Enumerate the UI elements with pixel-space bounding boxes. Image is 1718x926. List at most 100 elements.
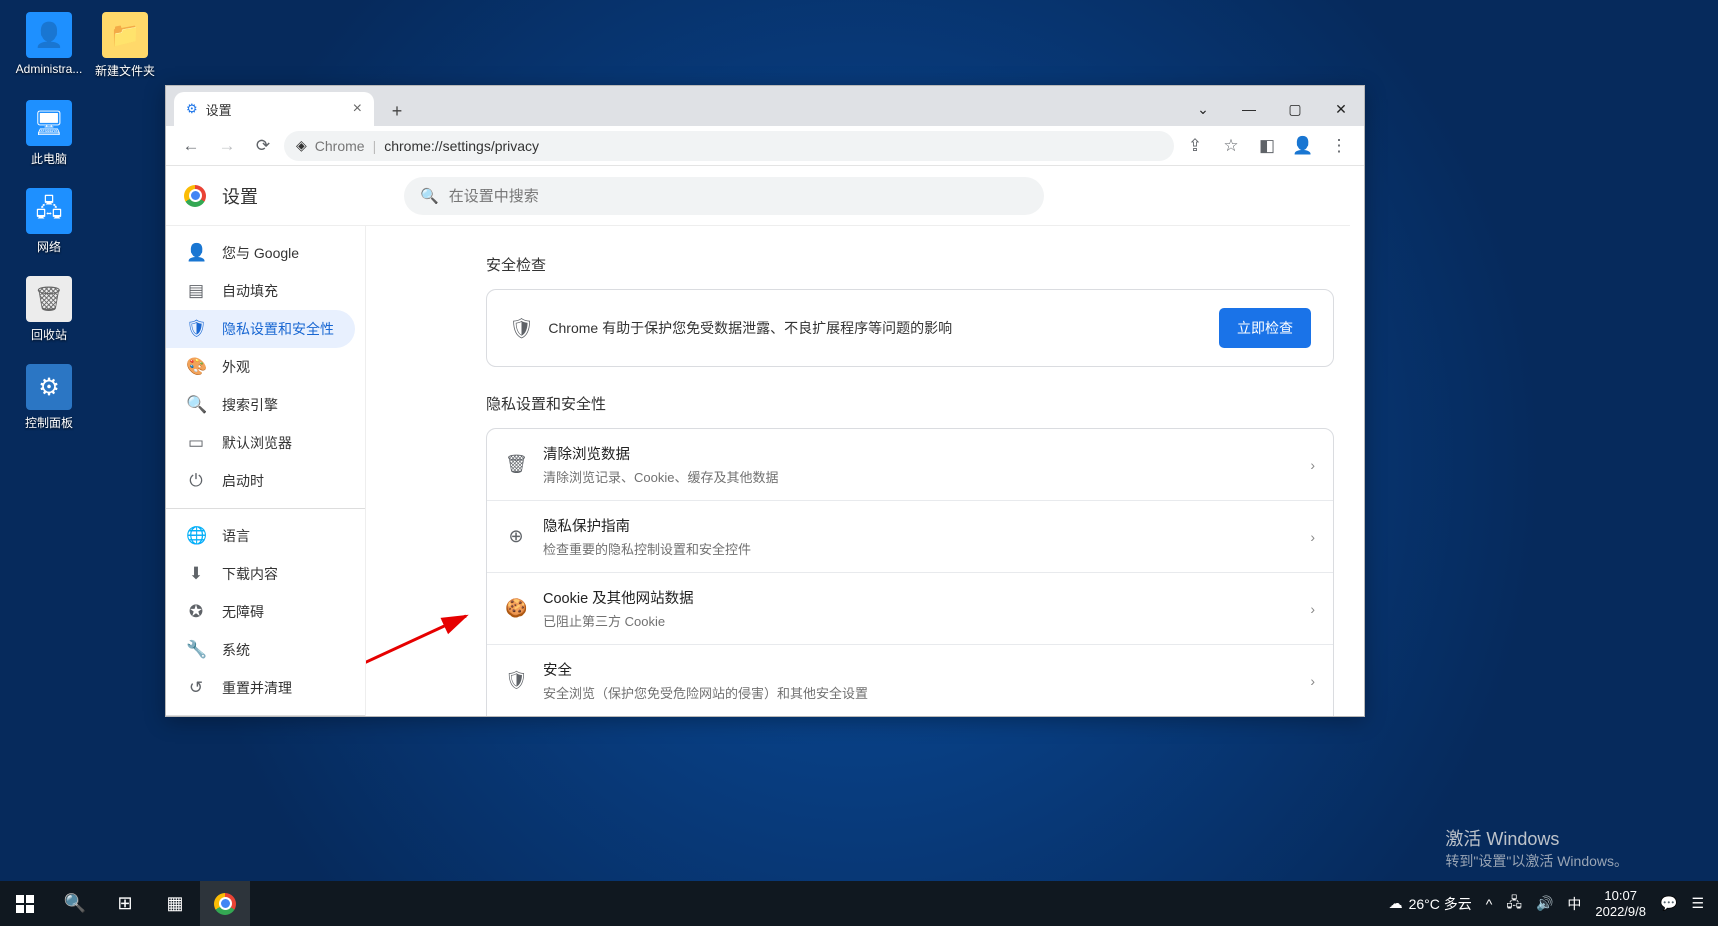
sidebar-item-label: 启动时 bbox=[222, 471, 264, 491]
desktop-icon-admin[interactable]: 👤Administra... bbox=[12, 12, 86, 76]
sidebar-item-shield[interactable]: 🛡 隐私设置和安全性 bbox=[166, 310, 355, 348]
site-info-icon[interactable]: ◈ bbox=[296, 137, 307, 154]
sidebar-item-browser[interactable]: ▭ 默认浏览器 bbox=[166, 424, 365, 462]
sidebar-item-person[interactable]: 👤 您与 Google bbox=[166, 234, 365, 272]
annotation-arrow bbox=[366, 606, 486, 686]
desktop-icon-this-pc[interactable]: 🖥此电脑 bbox=[12, 100, 86, 167]
desktop-icon-network[interactable]: 🖧网络 bbox=[12, 188, 86, 255]
tray-action-center-icon[interactable]: ☰ bbox=[1691, 895, 1704, 912]
tray-volume-icon[interactable]: 🔊 bbox=[1536, 895, 1553, 912]
task-view-button[interactable]: ⊞ bbox=[100, 881, 150, 926]
sidebar-item-label: 默认浏览器 bbox=[222, 433, 292, 453]
desktop-icon-recycle-bin[interactable]: 🗑回收站 bbox=[12, 276, 86, 343]
person-icon: 👤 bbox=[186, 243, 206, 263]
row-subtitle: 检查重要的隐私控制设置和安全控件 bbox=[543, 539, 1294, 558]
row-subtitle: 清除浏览记录、Cookie、缓存及其他数据 bbox=[543, 467, 1294, 486]
desktop-icon-control-panel[interactable]: ⚙控制面板 bbox=[12, 364, 86, 431]
tray-ime[interactable]: 中 bbox=[1567, 894, 1581, 914]
profile-icon[interactable]: 👤 bbox=[1288, 131, 1318, 161]
row-subtitle: 已阻止第三方 Cookie bbox=[543, 611, 1294, 630]
tab-close-icon[interactable]: × bbox=[353, 100, 362, 118]
tray-network-icon[interactable]: 🖧 bbox=[1506, 892, 1522, 916]
weather-widget[interactable]: ☁ 26°C 多云 bbox=[1389, 894, 1472, 914]
bookmark-icon[interactable]: ☆ bbox=[1216, 131, 1246, 161]
sidebar-item-palette[interactable]: 🎨外观 bbox=[166, 348, 365, 386]
taskbar-clock[interactable]: 10:07 2022/9/8 bbox=[1595, 888, 1646, 919]
apps-button[interactable]: ▦ bbox=[150, 881, 200, 926]
chevron-right-icon: › bbox=[1310, 673, 1315, 689]
close-button[interactable]: ✕ bbox=[1318, 92, 1364, 126]
system-icon: 🔧 bbox=[186, 640, 206, 660]
back-button[interactable]: ← bbox=[176, 131, 206, 161]
download-icon: ⬇ bbox=[186, 564, 206, 584]
settings-header: 设置 🔍 在设置中搜索 bbox=[166, 166, 1350, 226]
chrome-logo-icon bbox=[184, 185, 206, 207]
url-input[interactable]: ◈ Chrome | chrome://settings/privacy bbox=[284, 131, 1174, 161]
shield-icon: 🛡 bbox=[509, 316, 534, 341]
tray-chevron-up-icon[interactable]: ^ bbox=[1486, 896, 1493, 912]
security-icon: 🛡 bbox=[505, 670, 527, 691]
reload-button[interactable]: ⟳ bbox=[248, 131, 278, 161]
taskbar-chrome[interactable] bbox=[200, 881, 250, 926]
sidebar-item-access[interactable]: ✪无障碍 bbox=[166, 593, 365, 631]
sidebar-item-label: 语言 bbox=[222, 526, 250, 546]
sidebar-item-autofill[interactable]: ▤自动填充 bbox=[166, 272, 365, 310]
sidebar-item-globe[interactable]: 🌐 语言 bbox=[166, 517, 365, 555]
search-icon: 🔍 bbox=[420, 187, 439, 205]
taskbar: 🔍 ⊞ ▦ ☁ 26°C 多云 ^ 🖧 🔊 中 10:07 2022/9/8 💬… bbox=[0, 881, 1718, 926]
security-check-text: Chrome 有助于保护您免受数据泄露、不良扩展程序等问题的影响 bbox=[548, 318, 1205, 338]
settings-sidebar: 👤 您与 Google ▤自动填充 🛡 隐私设置和安全性 🎨外观🔍搜索引擎 ▭ 默认浏览器 ⏻启… bbox=[166, 226, 366, 716]
chevron-right-icon: › bbox=[1310, 601, 1315, 617]
menu-icon[interactable]: ⋮ bbox=[1324, 131, 1354, 161]
chevron-right-icon: › bbox=[1310, 457, 1315, 473]
desktop: Windows 10 激活 Windows 转到"设置"以激活 Windows。… bbox=[0, 0, 1718, 926]
guide-icon: ⊕ bbox=[505, 526, 527, 547]
new-tab-button[interactable]: + bbox=[382, 96, 412, 126]
start-button[interactable] bbox=[0, 881, 50, 926]
tab-strip: ⚙ 设置 × + ⌄ ― ▢ ✕ bbox=[166, 86, 1364, 126]
row-title: 清除浏览数据 bbox=[543, 443, 1294, 464]
browser-tab-settings[interactable]: ⚙ 设置 × bbox=[174, 92, 374, 126]
sidebar-item-search[interactable]: 🔍搜索引擎 bbox=[166, 386, 365, 424]
browser-icon: ▭ bbox=[186, 433, 206, 453]
sidebar-item-label: 您与 Google bbox=[222, 243, 299, 263]
security-check-heading: 安全检查 bbox=[486, 254, 1334, 275]
tray-notification-icon[interactable]: 💬 bbox=[1660, 895, 1677, 912]
sidebar-item-label: 无障碍 bbox=[222, 602, 264, 622]
security-check-button[interactable]: 立即检查 bbox=[1219, 308, 1311, 348]
sidepanel-icon[interactable]: ◧ bbox=[1252, 131, 1282, 161]
sidebar-item-label: 自动填充 bbox=[222, 281, 278, 301]
address-bar: ← → ⟳ ◈ Chrome | chrome://settings/priva… bbox=[166, 126, 1364, 166]
maximize-button[interactable]: ▢ bbox=[1272, 92, 1318, 126]
sidebar-item-power[interactable]: ⏻启动时 bbox=[166, 462, 365, 500]
minimize-button[interactable]: ― bbox=[1226, 92, 1272, 126]
sidebar-item-download[interactable]: ⬇下载内容 bbox=[166, 555, 365, 593]
activation-watermark: 激活 Windows 转到"设置"以激活 Windows。 bbox=[1445, 825, 1628, 871]
privacy-row-security[interactable]: 🛡安全安全浏览（保护您免受危险网站的侵害）和其他安全设置› bbox=[487, 644, 1333, 716]
settings-main: 安全检查 🛡 Chrome 有助于保护您免受数据泄露、不良扩展程序等问题的影响 … bbox=[366, 226, 1364, 716]
privacy-row-guide[interactable]: ⊕ 隐私保护指南检查重要的隐私控制设置和安全控件 › bbox=[487, 500, 1333, 572]
globe-icon: 🌐 bbox=[186, 526, 206, 546]
search-button[interactable]: 🔍 bbox=[50, 881, 100, 926]
sidebar-item-reset[interactable]: ↺重置并清理 bbox=[166, 669, 365, 707]
privacy-row-cookie[interactable]: 🍪Cookie 及其他网站数据已阻止第三方 Cookie› bbox=[487, 572, 1333, 644]
weather-icon: ☁ bbox=[1389, 895, 1403, 912]
desktop-icon-new-folder[interactable]: 📁新建文件夹 bbox=[88, 12, 162, 79]
settings-page: 设置 🔍 在设置中搜索 👤您与 Google▤自动填充🛡隐私设置和安全性🎨外观🔍… bbox=[166, 166, 1364, 716]
sidebar-item-label: 隐私设置和安全性 bbox=[222, 319, 334, 339]
row-title: 隐私保护指南 bbox=[543, 515, 1294, 536]
forward-button[interactable]: → bbox=[212, 131, 242, 161]
sidebar-item-label: 重置并清理 bbox=[222, 678, 292, 698]
chevron-right-icon: › bbox=[1310, 529, 1315, 545]
shield-icon: 🛡 bbox=[186, 319, 206, 339]
sidebar-item-system[interactable]: 🔧系统 bbox=[166, 631, 365, 669]
settings-search-input[interactable]: 🔍 在设置中搜索 bbox=[404, 177, 1044, 215]
share-icon[interactable]: ⇪ bbox=[1180, 131, 1210, 161]
privacy-row-trash[interactable]: 🗑清除浏览数据清除浏览记录、Cookie、缓存及其他数据› bbox=[487, 429, 1333, 500]
row-subtitle: 安全浏览（保护您免受危险网站的侵害）和其他安全设置 bbox=[543, 683, 1294, 702]
window-dropdown-button[interactable]: ⌄ bbox=[1180, 92, 1226, 126]
tab-title: 设置 bbox=[206, 100, 232, 119]
search-placeholder: 在设置中搜索 bbox=[449, 185, 539, 206]
gear-icon: ⚙ bbox=[186, 101, 198, 117]
system-tray: ☁ 26°C 多云 ^ 🖧 🔊 中 10:07 2022/9/8 💬 ☰ bbox=[1375, 888, 1718, 919]
